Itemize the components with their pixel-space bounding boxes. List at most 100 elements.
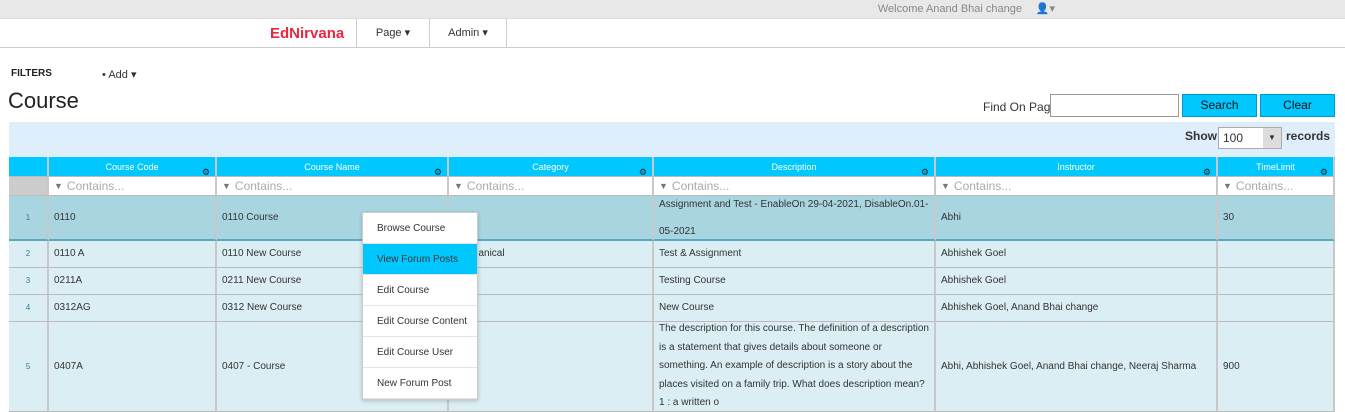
column-title: Course Code bbox=[105, 161, 159, 172]
filter-corner bbox=[9, 177, 49, 196]
clear-button[interactable]: Clear bbox=[1260, 94, 1335, 117]
context-menu-item[interactable]: Browse Course bbox=[363, 213, 477, 244]
cell-category: Mechanical bbox=[449, 241, 654, 268]
row-number: 1 bbox=[9, 196, 49, 241]
add-label: Add ▾ bbox=[108, 69, 137, 81]
column-header[interactable]: Instructor ⚙ bbox=[936, 157, 1218, 177]
row-number: 4 bbox=[9, 295, 49, 322]
cell-code: 0110 bbox=[49, 196, 217, 241]
gear-icon[interactable]: ⚙ bbox=[639, 161, 647, 176]
cell-code: 0407A bbox=[49, 322, 217, 412]
cell-category bbox=[449, 196, 654, 241]
column-title: Course Name bbox=[304, 161, 360, 172]
column-header[interactable]: Course Name ⚙ bbox=[217, 157, 449, 177]
column-title: Description bbox=[771, 161, 817, 172]
context-menu-item[interactable]: Edit Course User bbox=[363, 337, 477, 368]
cell-description: New Course bbox=[654, 295, 936, 322]
page-title: Course bbox=[8, 88, 79, 113]
page-size-select[interactable]: 100 ▼ bbox=[1218, 127, 1282, 149]
gear-icon[interactable]: ⚙ bbox=[434, 161, 442, 176]
filter-icon[interactable]: ▼ bbox=[941, 177, 950, 195]
row-number: 2 bbox=[9, 241, 49, 268]
filters-label: FILTERS bbox=[11, 68, 52, 79]
cell-instructor: Abhishek Goel, Anand Bhai change bbox=[936, 295, 1218, 322]
filter-icon[interactable]: ▼ bbox=[54, 177, 63, 195]
table-row[interactable]: 1 0110 0110 Course Assignment and Test - En… bbox=[9, 196, 1335, 241]
filter-placeholder: Contains... bbox=[671, 179, 730, 193]
nav-page-menu[interactable]: Page ▾ bbox=[356, 19, 429, 47]
column-header[interactable]: Course Code ⚙ bbox=[49, 157, 217, 177]
filter-placeholder: Contains... bbox=[466, 179, 525, 193]
filter-placeholder: Contains... bbox=[234, 179, 293, 193]
row-number: 5 bbox=[9, 322, 49, 412]
column-filter-input[interactable]: ▼ Contains... bbox=[1218, 177, 1335, 196]
chevron-down-icon: ▼ bbox=[1263, 128, 1281, 148]
cell-time: 900 bbox=[1218, 322, 1335, 412]
brand-logo[interactable]: EdNirvana bbox=[270, 25, 344, 42]
cell-category bbox=[449, 268, 654, 295]
table-row[interactable]: 4 0312AG 0312 New Course New Course Abhishek… bbox=[9, 295, 1335, 322]
table-row[interactable]: 5 0407A 0407 - Course The description for t… bbox=[9, 322, 1335, 412]
filter-icon[interactable]: ▼ bbox=[222, 177, 231, 195]
row-number: 3 bbox=[9, 268, 49, 295]
context-menu-item[interactable]: New Forum Post bbox=[363, 368, 477, 399]
cell-description: Testing Course bbox=[654, 268, 936, 295]
cell-time bbox=[1218, 295, 1335, 322]
filter-icon[interactable]: ▼ bbox=[659, 177, 668, 195]
cell-instructor: Abhishek Goel bbox=[936, 268, 1218, 295]
table-row[interactable]: 3 0211A 0211 New Course Testing Course Abhis… bbox=[9, 268, 1335, 295]
grid-toolbar bbox=[9, 122, 1335, 157]
cell-time: 30 bbox=[1218, 196, 1335, 241]
column-header[interactable]: Description ⚙ bbox=[654, 157, 936, 177]
column-title: Category bbox=[532, 161, 569, 172]
welcome-text: Welcome Anand Bhai change bbox=[877, 3, 1022, 15]
cell-description: The description for this course. The def… bbox=[654, 322, 936, 412]
cell-code: 0110 A bbox=[49, 241, 217, 268]
cell-category bbox=[449, 322, 654, 412]
add-filter-menu[interactable]: • Add ▾ bbox=[102, 68, 136, 81]
cell-category bbox=[449, 295, 654, 322]
column-header[interactable]: TimeLimit ⚙ bbox=[1218, 157, 1335, 177]
navbar: EdNirvana Page ▾ Admin ▾ bbox=[0, 19, 1345, 48]
gear-icon[interactable]: ⚙ bbox=[1320, 161, 1328, 176]
filter-icon[interactable]: ▼ bbox=[1223, 177, 1232, 195]
page-size-value: 100 bbox=[1223, 131, 1244, 145]
header-row[interactable]: Course Code ⚙ Course Name ⚙ Category ⚙ Descrip… bbox=[9, 157, 1335, 177]
gear-icon[interactable]: ⚙ bbox=[921, 161, 929, 176]
filter-icon[interactable]: ▼ bbox=[454, 177, 463, 195]
cell-description: Test & Assignment bbox=[654, 241, 936, 268]
column-title: Instructor bbox=[1057, 161, 1095, 172]
cell-code: 0312AG bbox=[49, 295, 217, 322]
show-label: Show bbox=[1185, 129, 1217, 143]
cell-instructor: Abhi, Abhishek Goel, Anand Bhai change, … bbox=[936, 322, 1218, 412]
gear-icon[interactable]: ⚙ bbox=[1203, 161, 1211, 176]
find-label: Find On Page bbox=[983, 100, 1058, 114]
context-menu: Browse Course View Forum Posts Edit Course… bbox=[362, 212, 478, 400]
top-bar: Welcome Anand Bhai change 👤▾ bbox=[0, 0, 1345, 19]
cell-instructor: Abhi bbox=[936, 196, 1218, 241]
cell-time bbox=[1218, 268, 1335, 295]
filter-placeholder: Contains... bbox=[953, 179, 1012, 193]
filter-row[interactable]: ▼ Contains... ▼ Contains... ▼ Contains... ▼ Con… bbox=[9, 177, 1335, 196]
cell-time bbox=[1218, 241, 1335, 268]
records-label: records bbox=[1286, 129, 1331, 143]
cell-instructor: Abhishek Goel bbox=[936, 241, 1218, 268]
column-filter-input[interactable]: ▼ Contains... bbox=[654, 177, 936, 196]
table-row[interactable]: 2 0110 A 0110 New Course Mechanical Test & A… bbox=[9, 241, 1335, 268]
column-title: TimeLimit bbox=[1256, 161, 1295, 172]
context-menu-item[interactable]: Edit Course bbox=[363, 275, 477, 306]
search-button[interactable]: Search bbox=[1182, 94, 1257, 117]
gear-icon[interactable]: ⚙ bbox=[202, 161, 210, 176]
cell-code: 0211A bbox=[49, 268, 217, 295]
column-filter-input[interactable]: ▼ Contains... bbox=[217, 177, 449, 196]
nav-admin-menu[interactable]: Admin ▾ bbox=[429, 19, 507, 47]
column-filter-input[interactable]: ▼ Contains... bbox=[936, 177, 1218, 196]
context-menu-item[interactable]: Edit Course Content bbox=[363, 306, 477, 337]
filter-placeholder: Contains... bbox=[1235, 179, 1294, 193]
column-filter-input[interactable]: ▼ Contains... bbox=[449, 177, 654, 196]
user-icon[interactable]: 👤▾ bbox=[1036, 2, 1055, 15]
context-menu-item[interactable]: View Forum Posts bbox=[363, 244, 477, 275]
find-input[interactable] bbox=[1050, 94, 1179, 117]
column-header[interactable]: Category ⚙ bbox=[449, 157, 654, 177]
column-filter-input[interactable]: ▼ Contains... bbox=[49, 177, 217, 196]
